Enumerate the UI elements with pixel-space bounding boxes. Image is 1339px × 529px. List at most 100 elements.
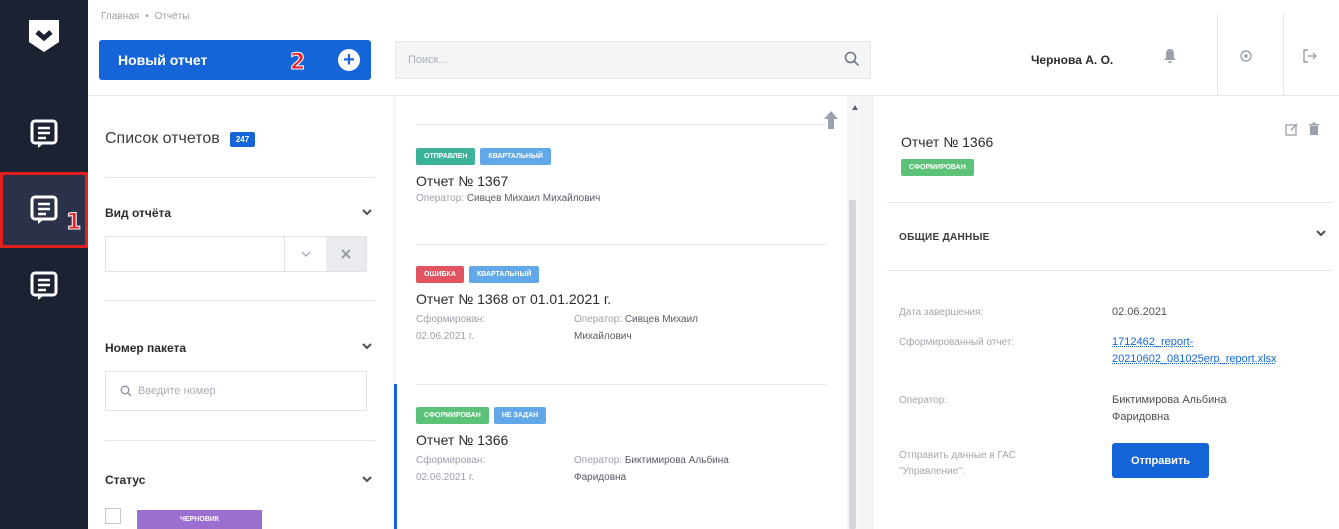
rail-item-reports-1[interactable] xyxy=(0,96,88,172)
annotation-marker-1: 1 xyxy=(65,210,82,236)
filter-panel xyxy=(88,96,393,529)
operator-line: Оператор: Сивцев Михаил xyxy=(574,311,814,328)
operator-name-cont: Михайлович xyxy=(574,331,632,342)
scrollbar-thumb[interactable] xyxy=(849,200,856,529)
scroll-to-top-icon[interactable] xyxy=(823,110,839,130)
chevron-down-icon[interactable] xyxy=(362,475,372,483)
user-name[interactable]: Чернова А. О. xyxy=(1031,53,1113,67)
period-badge: НЕ ЗАДАН xyxy=(493,407,547,424)
breadcrumb-separator: • xyxy=(145,11,149,22)
document-list-icon xyxy=(30,195,58,224)
rail-item-reports-3[interactable] xyxy=(0,248,88,324)
generated-report-link[interactable]: 1712462_report- 20210602_081025erp_repor… xyxy=(1112,334,1277,368)
divider xyxy=(105,300,375,301)
completion-date-label: Дата завершения: xyxy=(899,307,984,318)
logout-button[interactable] xyxy=(1290,36,1330,76)
report-file-link-line1[interactable]: 1712462_report- xyxy=(1112,334,1277,351)
report-type-select[interactable] xyxy=(105,236,367,272)
document-list-icon xyxy=(30,119,58,148)
formed-date: 02.06.2021 г. xyxy=(416,331,475,342)
packet-number-field xyxy=(105,371,367,411)
generated-report-label: Сформированный отчет: xyxy=(899,337,1015,348)
search-box xyxy=(395,41,871,79)
report-list-title: Список отчетов xyxy=(105,130,220,147)
completion-date-value: 02.06.2021 xyxy=(1112,306,1168,318)
operator-label: Оператор: xyxy=(574,314,623,325)
plus-circle-icon: + xyxy=(338,49,360,71)
operator-label: Оператор: xyxy=(574,455,623,466)
operator-value: Биктимирова Альбина Фаридовна xyxy=(1112,392,1226,426)
send-data-label-line1: Отправить данные в ГАС xyxy=(899,450,1016,461)
operator-name: Сивцев Михаил xyxy=(624,314,698,325)
chevron-down-icon[interactable] xyxy=(362,208,372,216)
status-badge: ОШИБКА xyxy=(416,266,464,283)
gear-icon xyxy=(1240,50,1252,62)
status-badge: ОТПРАВЛЕН xyxy=(416,148,476,165)
logo[interactable] xyxy=(0,0,88,96)
detail-status: СФОРМИРОВАН xyxy=(901,156,974,176)
bell-icon xyxy=(1164,49,1176,63)
period-badge: КВАРТАЛЬНЫЙ xyxy=(468,266,540,283)
divider xyxy=(887,202,1332,203)
status-badge: СФОРМИРОВАН xyxy=(416,407,489,424)
detail-actions xyxy=(1285,122,1321,136)
report-list-heading: Список отчетов 247 xyxy=(105,130,256,148)
chevron-down-icon[interactable] xyxy=(362,342,372,350)
operator-label: Оператор: xyxy=(899,395,948,406)
send-data-label-line2: "Управление": xyxy=(899,466,965,477)
settings-button[interactable] xyxy=(1226,36,1266,76)
search-input[interactable] xyxy=(396,42,826,78)
annotation-marker-2: 2 xyxy=(289,50,306,76)
list-divider xyxy=(416,124,826,125)
report-count-badge: 247 xyxy=(229,131,256,147)
operator-name: Биктимирова Альбина xyxy=(1112,394,1227,406)
document-list-icon xyxy=(30,271,58,300)
send-data-label: Отправить данные в ГАС "Управление": xyxy=(899,448,1084,480)
divider xyxy=(105,440,375,441)
list-item[interactable]: ОШИБКА КВАРТАЛЬНЫЙ Отчет № 1368 от 01.01… xyxy=(416,266,826,345)
packet-number-input[interactable] xyxy=(138,385,338,397)
report-title: Отчет № 1366 xyxy=(416,432,509,448)
active-item-indicator xyxy=(394,384,397,529)
chevron-down-icon[interactable] xyxy=(1316,229,1326,237)
nav-rail xyxy=(0,0,88,529)
operator-label: Оператор: xyxy=(416,193,465,204)
report-type-label: Вид отчёта xyxy=(105,206,172,220)
shield-logo-icon xyxy=(29,20,59,52)
edit-icon[interactable] xyxy=(1285,122,1299,136)
list-divider xyxy=(416,384,826,385)
list-item[interactable]: ОТПРАВЛЕН КВАРТАЛЬНЫЙ Отчет № 1367 Опера… xyxy=(416,148,826,204)
breadcrumb-current: Отчёты xyxy=(154,11,190,22)
operator-line: Оператор: Биктимирова Альбина xyxy=(574,452,814,469)
formed-label: Сформирован: xyxy=(416,455,486,466)
operator-name: Биктимирова Альбина xyxy=(624,455,729,466)
operator-name-cont: Фаридовна xyxy=(574,472,627,483)
search-icon[interactable] xyxy=(844,51,860,67)
list-item-selected[interactable]: СФОРМИРОВАН НЕ ЗАДАН Отчет № 1366 Сформи… xyxy=(416,407,826,486)
status-label: Статус xyxy=(105,473,146,487)
general-data-section-title[interactable]: ОБЩИЕ ДАННЫЕ xyxy=(899,232,990,243)
divider xyxy=(105,177,375,178)
trash-icon[interactable] xyxy=(1307,122,1321,136)
logout-icon xyxy=(1303,49,1317,63)
detail-title: Отчет № 1366 xyxy=(901,134,994,150)
clear-select-button[interactable] xyxy=(326,237,366,271)
report-title: Отчет № 1368 от 01.01.2021 г. xyxy=(416,291,612,307)
new-report-label: Новый отчет xyxy=(118,52,208,68)
search-icon xyxy=(120,385,132,397)
breadcrumb-home[interactable]: Главная xyxy=(101,11,139,22)
report-file-link-line2[interactable]: 20210602_081025erp_report.xlsx xyxy=(1112,351,1277,368)
new-report-button[interactable]: Новый отчет + xyxy=(99,40,371,80)
scroll-up-arrow[interactable] xyxy=(852,105,858,110)
send-button[interactable]: Отправить xyxy=(1112,443,1209,478)
chevron-down-icon xyxy=(301,251,310,257)
status-draft-checkbox[interactable] xyxy=(105,508,121,524)
status-badge: СФОРМИРОВАН xyxy=(901,159,974,176)
notifications-button[interactable] xyxy=(1150,36,1190,76)
operator-name: Сивцев Михаил Михайлович xyxy=(466,193,601,204)
topbar-divider xyxy=(1217,14,1218,96)
select-dropdown-toggle[interactable] xyxy=(284,237,326,271)
period-badge: КВАРТАЛЬНЫЙ xyxy=(480,148,551,165)
breadcrumb: Главная • Отчёты xyxy=(101,11,189,22)
operator-name-cont: Фаридовна xyxy=(1112,411,1170,423)
